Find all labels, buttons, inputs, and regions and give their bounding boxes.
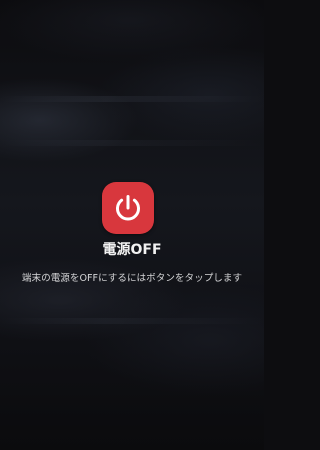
power-off-button[interactable] (102, 182, 154, 234)
background-blur (0, 96, 264, 102)
power-off-screen: 電源OFF 端末の電源をOFFにするにはボタンをタップします (0, 0, 264, 450)
power-off-hint: 端末の電源をOFFにするにはボタンをタップします (21, 273, 243, 284)
background-blur (0, 318, 264, 324)
power-off-title: 電源OFF (102, 242, 162, 258)
power-icon (116, 195, 140, 221)
background-blur (0, 140, 264, 146)
